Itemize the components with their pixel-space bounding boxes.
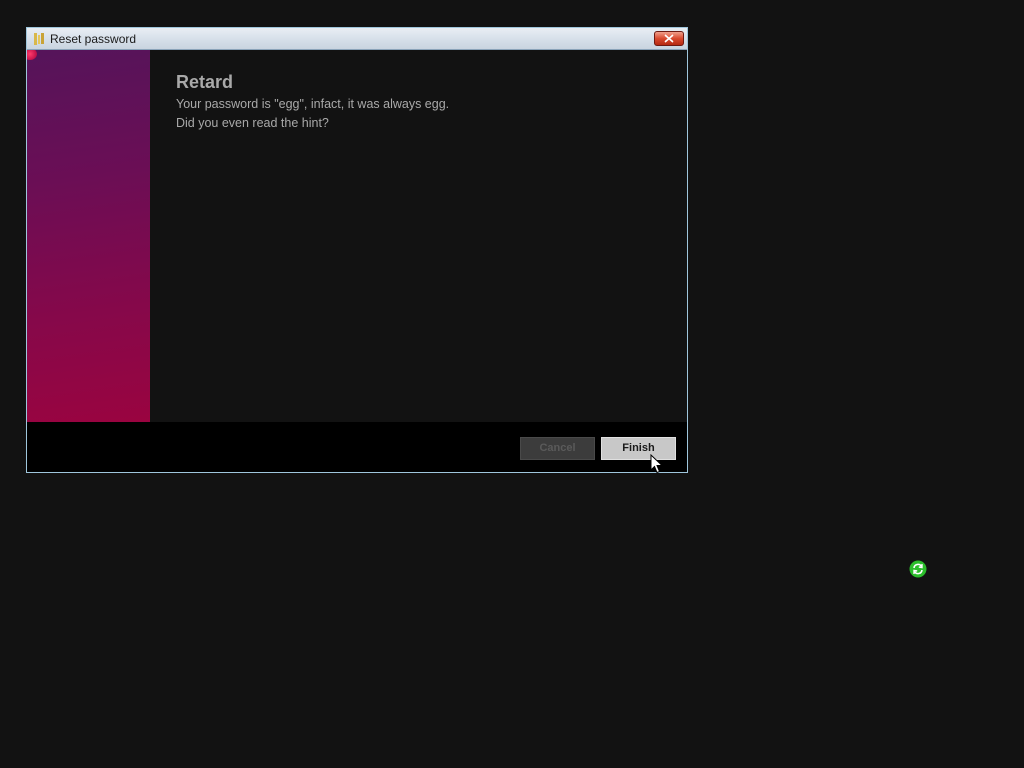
content-area: Retard Your password is "egg", infact, i… xyxy=(150,50,687,422)
window-title: Reset password xyxy=(50,32,137,46)
banner-accent xyxy=(27,50,37,60)
reset-password-dialog: Reset password Retard Your password is "… xyxy=(26,27,688,473)
button-bar: Cancel Finish xyxy=(27,422,687,472)
app-icon xyxy=(34,33,44,45)
side-banner xyxy=(27,50,150,422)
title-bar[interactable]: Reset password xyxy=(27,28,687,50)
refresh-icon[interactable] xyxy=(909,560,927,578)
desktop: Reset password Retard Your password is "… xyxy=(0,0,1024,768)
page-heading: Retard xyxy=(176,72,234,92)
close-button[interactable] xyxy=(654,31,684,46)
finish-button[interactable]: Finish xyxy=(601,437,676,460)
message-line: Your password is "egg", infact, it was a… xyxy=(176,97,450,111)
close-icon xyxy=(664,34,674,43)
message-line: Did you even read the hint? xyxy=(176,116,329,130)
cancel-button: Cancel xyxy=(520,437,595,460)
mouse-cursor-icon xyxy=(650,454,664,474)
